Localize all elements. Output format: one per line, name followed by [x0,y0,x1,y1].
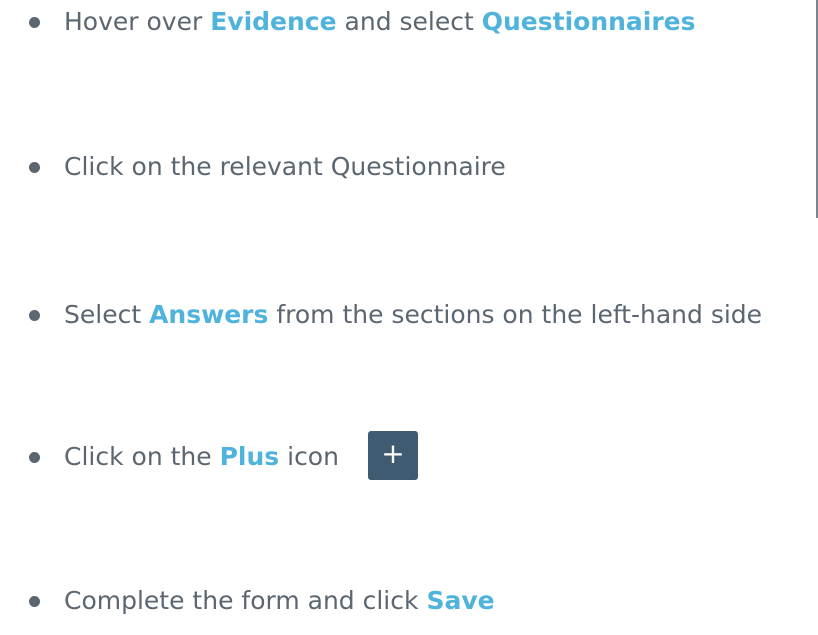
answers-highlight: Answers [149,300,269,329]
step-hover-evidence: Hover over Evidence and select Questionn… [0,2,818,42]
step-middle: and select [336,7,482,36]
step-text: Hover over Evidence and select Questionn… [64,2,696,42]
step-prefix: Complete the form and click [64,586,427,615]
step-text: Complete the form and click Save [64,581,495,621]
plus-icon: + [368,431,418,480]
step-click-questionnaire: Click on the relevant Questionnaire [0,147,818,187]
bullet-dot-icon [29,596,40,607]
step-text: Click on the Plus icon [64,437,339,477]
bullet-dot-icon [29,17,40,28]
step-click-plus: Click on the Plus icon + [0,431,818,480]
questionnaires-highlight: Questionnaires [481,7,696,36]
step-text: Click on the relevant Questionnaire [64,152,506,181]
bullet-dot-icon [29,310,40,321]
step-text: Select Answers from the sections on the … [64,295,762,335]
step-suffix: from the sections on the left-hand side [268,300,763,329]
step-prefix: Select [64,300,150,329]
bullet-dot-icon [29,162,40,173]
step-suffix: icon [279,442,339,471]
step-prefix: Hover over [64,7,211,36]
save-highlight: Save [426,586,495,615]
step-complete-form: Complete the form and click Save [0,581,818,621]
step-prefix: Click on the [64,442,220,471]
plus-highlight: Plus [219,442,280,471]
evidence-highlight: Evidence [210,7,337,36]
bullet-dot-icon [29,452,40,463]
step-select-answers: Select Answers from the sections on the … [0,295,818,335]
